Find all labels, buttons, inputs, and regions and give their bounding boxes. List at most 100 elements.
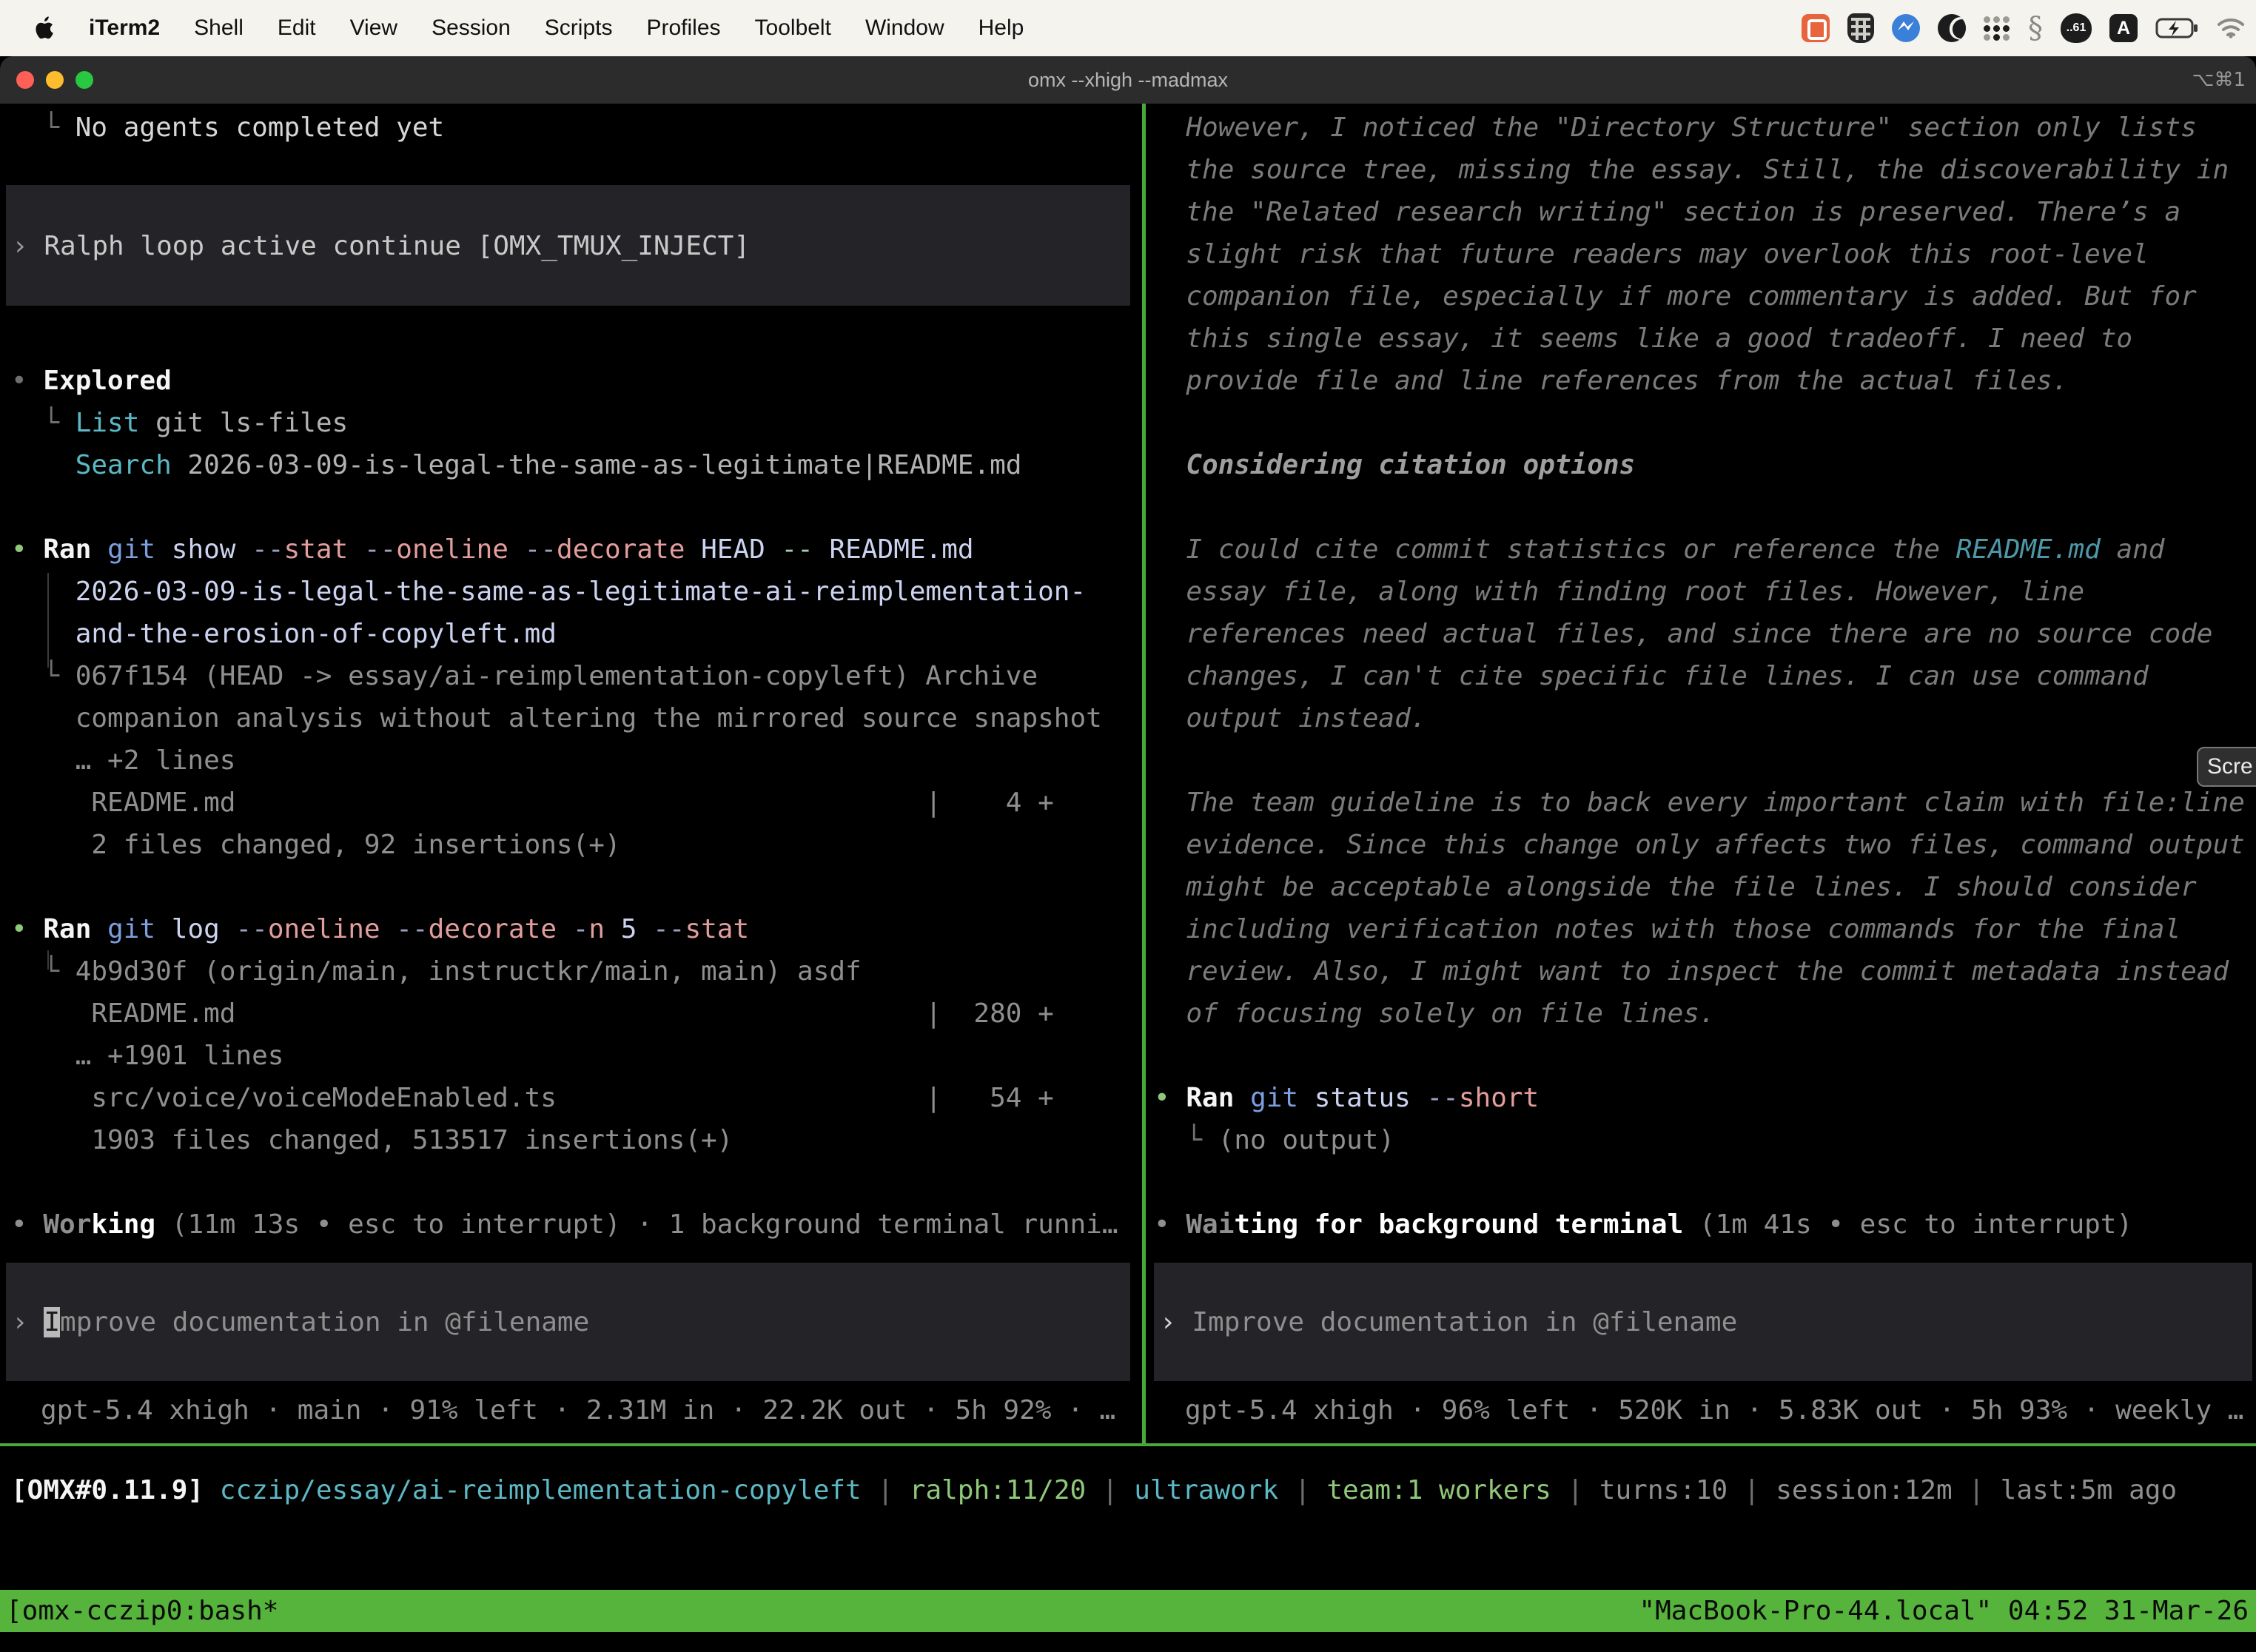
traffic-lights: [16, 56, 93, 104]
terminal-line: └ (no output): [1154, 1119, 2256, 1161]
menubar-menus[interactable]: iTerm2 Shell Edit View Session Scripts Profile…: [89, 16, 1024, 41]
left-input-box[interactable]: › Improve documentation in @filename: [6, 1263, 1130, 1381]
terminal-window: omx --xhigh --madmax ⌥⌘1 › Ralph loop ac…: [0, 56, 2256, 1652]
terminal-line: [11, 149, 1142, 191]
a-app-icon[interactable]: A: [2109, 14, 2138, 42]
left-status-text: gpt-5.4 xhigh · main · 91% left · 2.31M …: [0, 1389, 1142, 1431]
terminal-line: [11, 486, 1142, 528]
dots-grid-icon[interactable]: [1984, 16, 2010, 41]
terminal-line: [11, 191, 1142, 233]
chat-app-icon[interactable]: [1802, 14, 1830, 42]
messenger-icon[interactable]: [1892, 14, 1920, 42]
hook-squiggle-icon[interactable]: §: [2028, 13, 2043, 43]
menu-item-shell[interactable]: Shell: [194, 16, 244, 41]
right-pane-output: However, I noticed the "Directory Struct…: [1147, 107, 2256, 1246]
terminal-line: • Ran git status --short: [1154, 1077, 2256, 1119]
terminal-line: Considering citation options: [1154, 444, 2256, 486]
terminal-line: [1154, 402, 2256, 444]
terminal-line: review. Also, I might want to inspect th…: [1154, 950, 2256, 993]
terminal-line: the source tree, missing the essay. Stil…: [1154, 149, 2256, 191]
apple-logo-icon[interactable]: [34, 15, 56, 41]
terminal-line: [11, 233, 1142, 275]
terminal-line: [11, 318, 1142, 360]
terminal-line: … +1901 lines: [11, 1035, 1142, 1077]
pane-divider[interactable]: [1142, 104, 1146, 1443]
terminal-line: • Explored: [11, 360, 1142, 402]
terminal-line: 2026-03-09-is-legal-the-same-as-legitima…: [11, 571, 1142, 613]
terminal-line: [11, 1161, 1142, 1203]
wifi-icon[interactable]: [2216, 17, 2246, 39]
left-pane[interactable]: › Ralph loop active continue [OMX_TMUX_I…: [0, 107, 1142, 1443]
menu-item-edit[interactable]: Edit: [278, 16, 316, 41]
terminal-line: • Working (11m 13s • esc to interrupt) ·…: [11, 1203, 1142, 1246]
menu-item-scripts[interactable]: Scripts: [545, 16, 613, 41]
terminal-line: companion file, especially if more comme…: [1154, 275, 2256, 318]
terminal-line: evidence. Since this change only affects…: [1154, 824, 2256, 866]
menu-item-session[interactable]: Session: [432, 16, 511, 41]
menu-item-profiles[interactable]: Profiles: [646, 16, 720, 41]
window-shortcut: ⌥⌘1: [2192, 69, 2246, 91]
terminal-line: Search 2026-03-09-is-legal-the-same-as-l…: [11, 444, 1142, 486]
terminal-line: The team guideline is to back every impo…: [1154, 782, 2256, 824]
terminal-line: README.md| 280 +: [11, 993, 1142, 1035]
terminal-line: output instead.: [1154, 697, 2256, 739]
screen: iTerm2 Shell Edit View Session Scripts Profile…: [0, 0, 2256, 1652]
screen-tooltip: Scre: [2197, 747, 2256, 787]
menu-item-toolbelt[interactable]: Toolbelt: [755, 16, 831, 41]
menu-item-iterm2[interactable]: iTerm2: [89, 16, 160, 41]
terminal-line: [1154, 1035, 2256, 1077]
terminal-line: provide file and line references from th…: [1154, 360, 2256, 402]
pane-bottom-border: [0, 1443, 2256, 1446]
timer-61-icon[interactable]: ..61: [2061, 13, 2092, 43]
tmux-host-clock: "MacBook-Pro-44.local" 04:52 31-Mar-26: [1639, 1596, 2256, 1626]
terminal-line: However, I noticed the "Directory Struct…: [1154, 107, 2256, 149]
left-input-line[interactable]: › Improve documentation in @filename: [6, 1301, 1130, 1343]
battery-charging-icon[interactable]: [2155, 17, 2198, 39]
terminal-line: and-the-erosion-of-copyleft.md: [11, 613, 1142, 655]
terminal-line: … +2 lines: [11, 739, 1142, 782]
zoom-button[interactable]: [75, 71, 93, 89]
right-input-line[interactable]: › Improve documentation in @filename: [1154, 1301, 2252, 1343]
left-pane-output: └ No agents completed yet • Explored └ Li…: [0, 107, 1142, 1246]
terminal-line: essay file, along with finding root file…: [1154, 571, 2256, 613]
terminal-line: [1154, 739, 2256, 782]
right-input-box[interactable]: › Improve documentation in @filename: [1154, 1263, 2252, 1381]
right-status-line: gpt-5.4 xhigh · 96% left · 520K in · 5.8…: [1147, 1389, 2256, 1431]
menu-item-help[interactable]: Help: [978, 16, 1024, 41]
terminal-line: references need actual files, and since …: [1154, 613, 2256, 655]
tree-guide-line: [47, 573, 49, 668]
omx-status-bar: [OMX#0.11.9] cczip/essay/ai-reimplementa…: [0, 1469, 2256, 1511]
terminal-line: [1154, 486, 2256, 528]
terminal-line: └ 067f154 (HEAD -> essay/ai-reimplementa…: [11, 655, 1142, 697]
minimize-button[interactable]: [46, 71, 64, 89]
menubar: iTerm2 Shell Edit View Session Scripts Profile…: [0, 0, 2256, 56]
terminal-line: I could cite commit statistics or refere…: [1154, 528, 2256, 571]
window-titlebar[interactable]: omx --xhigh --madmax ⌥⌘1: [0, 56, 2256, 104]
terminal-line: [11, 866, 1142, 908]
menubar-status-icons: § ..61 A: [1802, 13, 2246, 43]
terminal-line: might be acceptable alongside the file l…: [1154, 866, 2256, 908]
terminal-line: └ List git ls-files: [11, 402, 1142, 444]
left-status-line: gpt-5.4 xhigh · main · 91% left · 2.31M …: [0, 1389, 1142, 1431]
terminal-line: └ No agents completed yet: [11, 107, 1142, 149]
omx-status-line: [OMX#0.11.9] cczip/essay/ai-reimplementa…: [0, 1469, 2256, 1511]
terminal-line: slight risk that future readers may over…: [1154, 233, 2256, 275]
tmux-session-label[interactable]: [omx-cczip0:bash*: [0, 1596, 278, 1626]
terminal-line: • Waiting for background terminal (1m 41…: [1154, 1203, 2256, 1246]
terminal-line: [1154, 1161, 2256, 1203]
tmux-status-bar: [omx-cczip0:bash* "MacBook-Pro-44.local"…: [0, 1590, 2256, 1632]
terminal-line: └ 4b9d30f (origin/main, instructkr/main,…: [11, 950, 1142, 993]
terminal-line: README.md| 4 +: [11, 782, 1142, 824]
close-button[interactable]: [16, 71, 34, 89]
menu-item-window[interactable]: Window: [865, 16, 944, 41]
terminal-line: changes, I can't cite specific file line…: [1154, 655, 2256, 697]
terminal-line: companion analysis without altering the …: [11, 697, 1142, 739]
kaleidoscope-icon[interactable]: [1938, 14, 1966, 42]
right-pane[interactable]: However, I noticed the "Directory Struct…: [1147, 107, 2256, 1443]
terminal-line: this single essay, it seems like a good …: [1154, 318, 2256, 360]
shield-grid-icon[interactable]: [1847, 13, 1874, 43]
terminal-line: 2 files changed, 92 insertions(+): [11, 824, 1142, 866]
menu-item-view[interactable]: View: [350, 16, 397, 41]
terminal-line: • Ran git show --stat --oneline --decora…: [11, 528, 1142, 571]
terminal-line: [11, 275, 1142, 318]
